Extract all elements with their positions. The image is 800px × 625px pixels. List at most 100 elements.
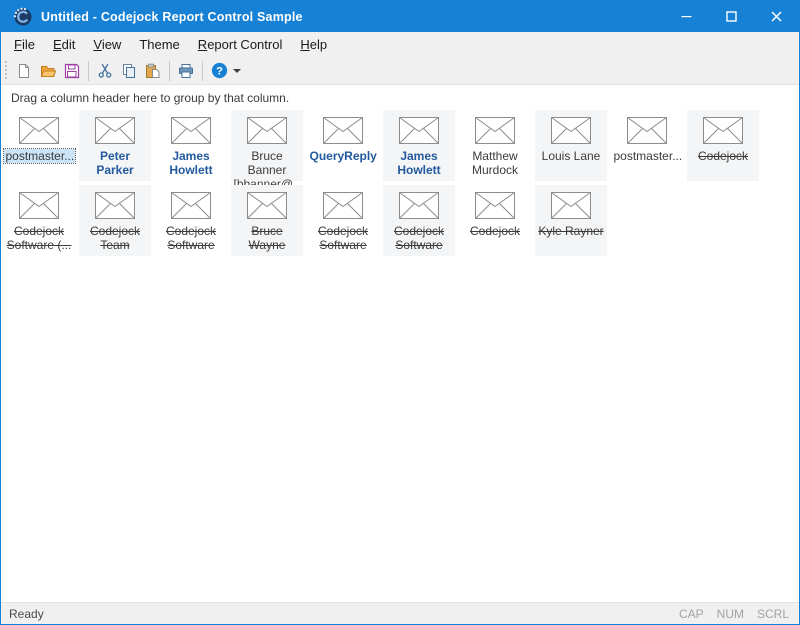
envelope-icon [19,117,59,144]
close-button[interactable] [754,1,799,32]
menu-edit[interactable]: Edit [44,34,84,55]
mail-item-label: Kyle Rayner [536,224,605,238]
paste-button[interactable] [141,59,165,83]
envelope-icon [171,192,211,219]
envelope-icon [323,192,363,219]
envelope-icon [703,117,743,144]
mail-item-label: Codejock [696,149,750,163]
app-window: Untitled - Codejock Report Control Sampl… [0,0,800,625]
envelope-icon [475,117,515,144]
mail-item[interactable]: QueryReply [307,110,379,181]
indicator-num: NUM [717,607,744,621]
mail-item[interactable]: Codejock Software [155,185,227,256]
mail-item-label: Codejock [468,224,522,238]
new-document-icon [16,63,32,79]
mail-item[interactable]: James Howlett [383,110,455,181]
titlebar: Untitled - Codejock Report Control Sampl… [1,1,799,32]
menu-theme[interactable]: Theme [130,34,188,55]
envelope-icon [399,117,439,144]
mail-item-label: Codejock Software [316,224,370,252]
envelope-icon [551,117,591,144]
menu-view[interactable]: View [84,34,130,55]
open-button[interactable] [36,59,60,83]
statusbar: Ready CAPNUMSCRL [1,602,799,624]
mail-items-grid: postmaster... Peter Parker James Howlett… [1,110,799,256]
minimize-icon [681,11,692,22]
mail-item-label: Louis Lane [540,149,603,163]
new-button[interactable] [12,59,36,83]
toolbar-separator [88,61,89,81]
copy-button[interactable] [117,59,141,83]
help-dropdown-arrow[interactable] [233,69,241,73]
envelope-icon [475,192,515,219]
menu-help[interactable]: Help [291,34,336,55]
svg-text:?: ? [216,65,223,77]
mail-item-label: QueryReply [308,149,379,163]
envelope-icon [247,117,287,144]
print-button[interactable] [174,59,198,83]
cut-scissors-icon [97,63,113,79]
toolbar-separator [202,61,203,81]
keyboard-indicators: CAP NUM SCRL [679,607,799,621]
menu-file[interactable]: File [5,34,44,55]
envelope-icon [627,117,667,144]
help-button[interactable]: ? [207,59,231,83]
indicator-cap: CAP [679,607,704,621]
toolbar: ? [1,57,799,85]
maximize-button[interactable] [709,1,754,32]
envelope-icon [247,192,287,219]
envelope-icon [551,192,591,219]
mail-item[interactable]: James Howlett [155,110,227,181]
save-floppy-icon [64,63,80,79]
open-folder-icon [40,63,56,79]
mail-item-label: Codejock Software [392,224,446,252]
mail-item[interactable]: Codejock [459,185,531,256]
menubar: FileEditViewThemeReport ControlHelp [1,32,799,57]
caption-buttons [664,1,799,32]
envelope-icon [95,117,135,144]
mail-item-label: Codejock Team [88,224,142,252]
mail-item[interactable]: Bruce Banner [bbanner@... [231,110,303,181]
mail-item[interactable]: postmaster... [611,110,683,181]
maximize-icon [726,11,737,22]
mail-item[interactable]: Peter Parker [79,110,151,181]
menu-report-control[interactable]: Report Control [189,34,292,55]
mail-item-label: Codejock Software [164,224,218,252]
mail-item[interactable]: Codejock Software (... [3,185,75,256]
mail-item[interactable]: Codejock [687,110,759,181]
envelope-icon [323,117,363,144]
toolbar-separator [169,61,170,81]
mail-item-label: James Howlett [167,149,214,177]
mail-item-label: postmaster... [4,149,75,163]
indicator-scrl: SCRL [757,607,789,621]
mail-item-label: James Howlett [395,149,442,177]
window-title: Untitled - Codejock Report Control Sampl… [41,10,303,24]
envelope-icon [95,192,135,219]
report-control: Drag a column header here to group by th… [1,85,799,602]
mail-item-label: Bruce Wayne [232,224,303,252]
mail-item[interactable]: Codejock Software [307,185,379,256]
mail-item[interactable]: Kyle Rayner [535,185,607,256]
mail-item[interactable]: Codejock Team [79,185,151,256]
mail-item[interactable]: postmaster... [3,110,75,181]
mail-item-label: Matthew Murdock [470,149,520,177]
save-button[interactable] [60,59,84,83]
paste-clipboard-icon [145,63,161,79]
envelope-icon [19,192,59,219]
close-icon [771,11,782,22]
mail-item[interactable]: Louis Lane [535,110,607,181]
envelope-icon [399,192,439,219]
mail-item[interactable]: Matthew Murdock [459,110,531,181]
cut-button[interactable] [93,59,117,83]
mail-item[interactable]: Codejock Software [383,185,455,256]
envelope-icon [171,117,211,144]
help-icon: ? [211,62,228,79]
copy-icon [121,63,137,79]
minimize-button[interactable] [664,1,709,32]
mail-item[interactable]: Bruce Wayne [231,185,303,256]
group-by-box[interactable]: Drag a column header here to group by th… [1,85,799,110]
toolbar-grip-handle[interactable] [4,61,9,81]
mail-item-label: Codejock Software (... [5,224,74,252]
print-icon [178,63,194,79]
mail-item-label: Peter Parker [80,149,151,177]
